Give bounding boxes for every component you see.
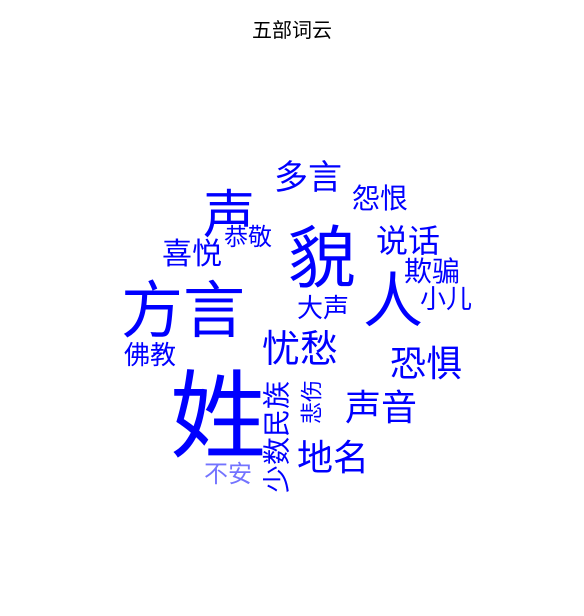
word-cloud: 姓貌方言 人声忧愁地名声音恐惧多言说话少数民族喜悦 欺骗小儿怨恨大声佛教恭敬不安悲伤 xyxy=(121,158,472,493)
word-18: 佛教 xyxy=(124,341,176,371)
word-2: 貌 xyxy=(288,220,356,299)
word-14: 欺骗 xyxy=(404,255,460,288)
word-7: 地名 xyxy=(297,438,369,479)
word-21: 悲伤 xyxy=(301,380,326,424)
word-13: 喜悦 xyxy=(162,237,222,272)
word-20: 不安 xyxy=(204,460,252,488)
word-15: 小儿 xyxy=(420,285,472,315)
word-17: 大声 xyxy=(297,294,349,324)
word-16: 怨恨 xyxy=(352,182,408,215)
word-1: 姓 xyxy=(170,361,266,473)
word-19: 恭敬 xyxy=(224,223,272,251)
word-3: 方言 xyxy=(121,274,245,347)
word-8: 声音 xyxy=(345,388,417,429)
word-12: 少数民族 xyxy=(261,381,294,493)
word-10: 多言 xyxy=(274,158,342,198)
word-6: 忧愁 xyxy=(262,327,338,371)
word-9: 恐惧 xyxy=(390,344,462,385)
